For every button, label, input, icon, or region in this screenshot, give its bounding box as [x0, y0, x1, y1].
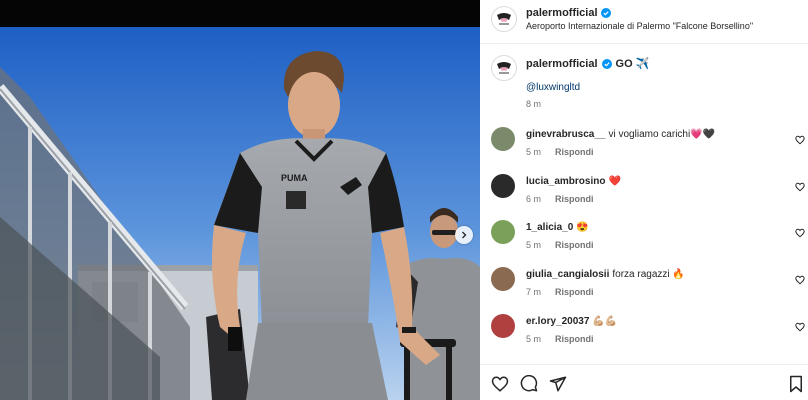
reply-button[interactable]: Rispondi: [555, 147, 594, 157]
comment-text: vi vogliamo carichi💗🖤: [608, 129, 716, 140]
heart-icon[interactable]: [795, 135, 805, 145]
comment-text: 💪🏼💪🏼: [592, 316, 618, 327]
comment-row: 1_alicia_0 😍 5 m Rispondi: [480, 220, 808, 266]
comment-body: er.lory_20037 💪🏼💪🏼: [526, 316, 617, 327]
comment-icon[interactable]: [520, 375, 538, 393]
comment-timestamp: 5 m: [526, 334, 542, 344]
author-username-text[interactable]: palermofficial: [526, 7, 598, 19]
commenter-username[interactable]: ginevrabrusca__: [526, 129, 606, 140]
comment-body: giulia_cangialosii forza ragazzi 🔥: [526, 269, 685, 280]
reply-button[interactable]: Rispondi: [555, 287, 594, 297]
comment-timestamp: 6 m: [526, 194, 542, 204]
palermo-logo-icon: [497, 13, 511, 25]
comment-row: er.lory_20037 💪🏼💪🏼 5 m Rispondi: [480, 314, 808, 360]
comment-body: 1_alicia_0 😍: [526, 222, 589, 233]
photo-top-band: [0, 0, 480, 27]
comment-row: ginevrabrusca__ vi vogliamo carichi💗🖤 5 m R…: [480, 127, 808, 173]
comment-meta: 7 m Rispondi: [526, 287, 594, 297]
post-side-panel: palermofficial Aeroporto Internazionale …: [480, 0, 808, 400]
commenter-username[interactable]: lucia_ambrosino: [526, 176, 605, 187]
commenter-username[interactable]: 1_alicia_0: [526, 222, 573, 233]
next-photo-button[interactable]: [455, 226, 473, 244]
caption-username[interactable]: palermofficial: [526, 58, 598, 70]
comment-text: 😍: [576, 222, 589, 233]
commenter-avatar[interactable]: [491, 127, 515, 151]
comment-text: forza ragazzi 🔥: [612, 269, 685, 280]
heart-icon[interactable]: [795, 228, 805, 238]
commenter-avatar[interactable]: [491, 267, 515, 291]
comment-body: lucia_ambrosino ❤️: [526, 176, 621, 187]
caption-timestamp: 8 m: [526, 99, 542, 109]
commenter-avatar[interactable]: [491, 174, 515, 198]
comment-body: ginevrabrusca__ vi vogliamo carichi💗🖤: [526, 129, 715, 140]
verified-badge-icon: [600, 8, 611, 18]
comment-row: giulia_cangialosii forza ragazzi 🔥 7 m Risp…: [480, 267, 808, 313]
comment-meta: 5 m Rispondi: [526, 334, 594, 344]
caption-author-avatar[interactable]: [491, 55, 517, 81]
player-photo-scene: PUMA: [0, 27, 480, 400]
commenter-username[interactable]: er.lory_20037: [526, 316, 589, 327]
post-caption: palermofficial GO ✈️: [526, 57, 650, 71]
chevron-right-icon: [462, 231, 467, 239]
comment-meta: 5 m Rispondi: [526, 147, 594, 157]
commenter-username[interactable]: giulia_cangialosii: [526, 269, 609, 280]
verified-badge-icon: [601, 58, 612, 69]
reply-button[interactable]: Rispondi: [555, 194, 594, 204]
post-location[interactable]: Aeroporto Internazionale di Palermo "Fal…: [526, 21, 753, 31]
svg-text:PUMA: PUMA: [281, 173, 308, 183]
commenter-avatar[interactable]: [491, 314, 515, 338]
comment-text: ❤️: [608, 176, 621, 187]
heart-icon[interactable]: [795, 275, 805, 285]
comment-timestamp: 5 m: [526, 240, 542, 250]
comment-meta: 6 m Rispondi: [526, 194, 594, 204]
caption-mention-link[interactable]: @luxwingltd: [526, 82, 580, 93]
post-header: palermofficial Aeroporto Internazionale …: [480, 0, 808, 44]
heart-icon[interactable]: [795, 322, 805, 332]
heart-icon[interactable]: [491, 375, 509, 393]
bookmark-icon[interactable]: [787, 375, 805, 393]
comment-timestamp: 5 m: [526, 147, 542, 157]
reply-button[interactable]: Rispondi: [555, 240, 594, 250]
comment-meta: 5 m Rispondi: [526, 240, 594, 250]
heart-icon[interactable]: [795, 182, 805, 192]
palermo-logo-icon: [497, 62, 511, 74]
post-photo[interactable]: PUMA: [0, 0, 480, 400]
commenter-avatar[interactable]: [491, 220, 515, 244]
comment-timestamp: 7 m: [526, 287, 542, 297]
share-icon[interactable]: [549, 375, 567, 393]
action-bar: [480, 364, 808, 400]
author-avatar[interactable]: [491, 6, 517, 32]
caption-text: GO ✈️: [615, 58, 650, 70]
reply-button[interactable]: Rispondi: [555, 334, 594, 344]
author-username[interactable]: palermofficial: [526, 7, 611, 19]
comment-row: lucia_ambrosino ❤️ 6 m Rispondi: [480, 174, 808, 220]
